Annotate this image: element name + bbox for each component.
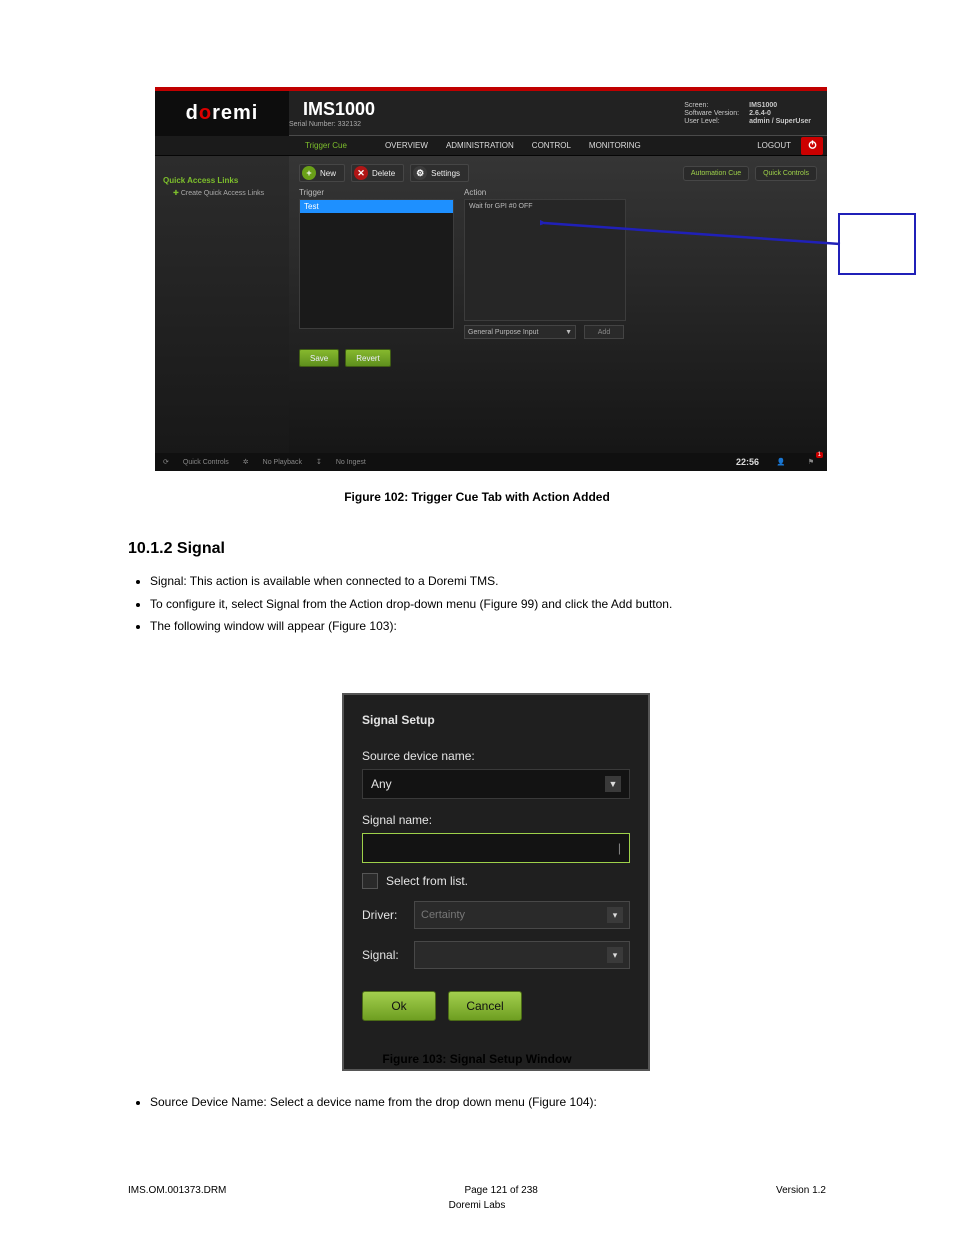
content-area: + New ✕ Delete ⚙ Settings Automation Cue…: [289, 156, 827, 375]
nav-tabs: OVERVIEW ADMINISTRATION CONTROL MONITORI…: [385, 141, 641, 150]
signal-name-input[interactable]: |: [362, 833, 630, 863]
automation-cue-chip[interactable]: Automation Cue: [683, 166, 749, 181]
signal-setup-dialog: Signal Setup Source device name: Any ▼ S…: [342, 693, 650, 1071]
trigger-item-selected[interactable]: Test: [300, 200, 453, 213]
footer-copyright: Doremi Labs: [0, 1200, 954, 1211]
status-clock: 22:56: [736, 457, 759, 467]
action-list[interactable]: Wait for GPI #0 OFF: [464, 199, 626, 321]
footer-left: IMS.OM.001373.DRM: [128, 1185, 226, 1196]
action-label: Action: [464, 188, 626, 197]
notifications-icon[interactable]: ⚑1: [803, 456, 819, 468]
add-action-button[interactable]: Add: [584, 325, 624, 339]
bullet: Source Device Name: Select a device name…: [150, 1093, 828, 1112]
brand-logo: doremi: [155, 91, 289, 136]
source-device-dropdown[interactable]: Any ▼: [362, 769, 630, 799]
delete-icon: ✕: [354, 166, 368, 180]
product-block: IMS1000 Serial Number: 332132: [289, 99, 375, 128]
settings-button[interactable]: ⚙ Settings: [410, 164, 469, 182]
tab-administration[interactable]: ADMINISTRATION: [446, 141, 514, 150]
trigger-list[interactable]: Test: [299, 199, 454, 329]
status-bar: ⟳ Quick Controls ✲ No Playback ↧ No Inge…: [155, 453, 827, 471]
user-icon[interactable]: 👤: [773, 456, 789, 468]
dialog-title: Signal Setup: [362, 713, 630, 727]
bullets-1: Signal: This action is available when co…: [128, 572, 828, 640]
callout-box: [838, 213, 916, 275]
quick-controls-chip[interactable]: Quick Controls: [755, 166, 817, 181]
signal-label: Signal:: [362, 948, 404, 962]
chevron-down-icon: ▼: [605, 776, 621, 792]
panels: Trigger Test Action Wait for GPI #0 OFF …: [299, 188, 817, 339]
select-from-list-label: Select from list.: [386, 874, 468, 888]
tab-overview[interactable]: OVERVIEW: [385, 141, 428, 150]
tab-control[interactable]: CONTROL: [532, 141, 571, 150]
product-name: IMS1000: [303, 99, 375, 120]
signal-dropdown[interactable]: ▾: [414, 941, 630, 969]
logout-link[interactable]: LOGOUT: [757, 141, 791, 150]
footer-right: Version 1.2: [776, 1185, 826, 1196]
nav-bar: Trigger Cue OVERVIEW ADMINISTRATION CONT…: [155, 136, 827, 156]
trigger-panel: Trigger Test: [299, 188, 454, 339]
footer-center: Page 121 of 238: [464, 1185, 537, 1196]
action-panel: Action Wait for GPI #0 OFF General Purpo…: [464, 188, 626, 339]
app-window: doremi IMS1000 Serial Number: 332132 Scr…: [155, 87, 827, 471]
figure-103-caption: Figure 103: Signal Setup Window: [0, 1052, 954, 1066]
brand-o: o: [199, 102, 212, 125]
chevron-down-icon: ▾: [607, 907, 623, 923]
page-footer: IMS.OM.001373.DRM Page 121 of 238 Versio…: [128, 1185, 826, 1196]
bullet: Signal: This action is available when co…: [150, 572, 828, 591]
save-button[interactable]: Save: [299, 349, 339, 367]
brand-d: d: [186, 102, 199, 125]
driver-label: Driver:: [362, 908, 404, 922]
new-button[interactable]: + New: [299, 164, 345, 182]
status-icon: ✲: [243, 458, 249, 466]
status-icon: ⟳: [163, 458, 169, 466]
action-type-dropdown[interactable]: General Purpose Input ▼: [464, 325, 576, 339]
trigger-label: Trigger: [299, 188, 454, 197]
gear-icon: ⚙: [413, 166, 427, 180]
tab-monitoring[interactable]: MONITORING: [589, 141, 641, 150]
driver-dropdown[interactable]: Certainty ▾: [414, 901, 630, 929]
chevron-down-icon: ▾: [607, 947, 623, 963]
bullet: To configure it, select Signal from the …: [150, 595, 828, 614]
text-cursor: |: [618, 841, 621, 855]
status-quick-controls[interactable]: Quick Controls: [183, 459, 229, 466]
delete-button[interactable]: ✕ Delete: [351, 164, 404, 182]
bullet: The following window will appear (Figure…: [150, 617, 828, 636]
toolbar: + New ✕ Delete ⚙ Settings Automation Cue…: [299, 164, 817, 182]
status-icon: ↧: [316, 458, 322, 466]
revert-button[interactable]: Revert: [345, 349, 391, 367]
serial: Serial Number: 332132: [289, 121, 375, 128]
action-item[interactable]: Wait for GPI #0 OFF: [469, 203, 533, 210]
notification-badge: 1: [816, 452, 823, 458]
status-no-ingest: No Ingest: [336, 459, 366, 466]
power-icon: [807, 139, 818, 152]
section-name: Trigger Cue: [305, 141, 347, 150]
source-device-label: Source device name:: [362, 749, 630, 763]
add-icon: +: [302, 166, 316, 180]
chevron-down-icon: ▼: [565, 329, 572, 336]
signal-name-label: Signal name:: [362, 813, 630, 827]
power-button[interactable]: [801, 137, 823, 155]
sysinfo: Screen:IMS1000 Software Version:2.6.4-0 …: [684, 102, 827, 125]
quick-access-create-link[interactable]: ✚ Create Quick Access Links: [163, 189, 281, 197]
brand-remi: remi: [212, 102, 258, 125]
left-rail: Quick Access Links ✚ Create Quick Access…: [155, 156, 289, 456]
plus-icon: ✚: [173, 190, 179, 197]
bullets-2: Source Device Name: Select a device name…: [128, 1093, 828, 1116]
cancel-button[interactable]: Cancel: [448, 991, 522, 1021]
ok-button[interactable]: Ok: [362, 991, 436, 1021]
select-from-list-checkbox[interactable]: [362, 873, 378, 889]
status-no-playback: No Playback: [263, 459, 302, 466]
app-header: doremi IMS1000 Serial Number: 332132 Scr…: [155, 91, 827, 136]
quick-access-title: Quick Access Links: [163, 176, 281, 185]
section-heading-signal: 10.1.2 Signal: [128, 540, 225, 558]
figure-102-caption: Figure 102: Trigger Cue Tab with Action …: [0, 490, 954, 504]
